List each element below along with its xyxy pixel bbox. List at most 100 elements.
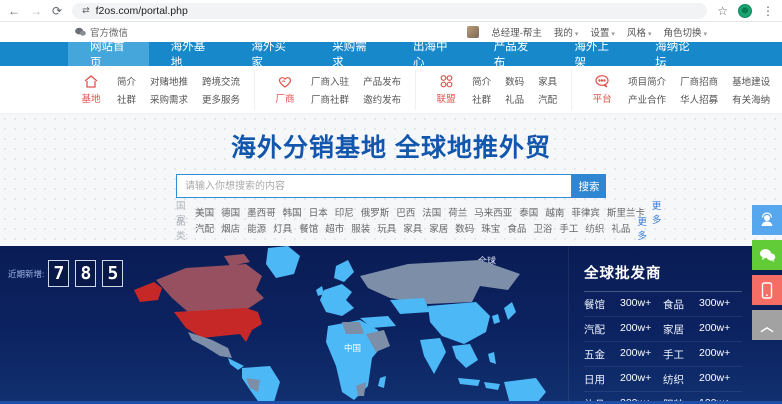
ws-value: 200w+ — [620, 322, 651, 337]
nav-item-go-abroad-center[interactable]: 出海中心 — [391, 42, 472, 66]
mega-link[interactable]: 社群 — [117, 92, 136, 106]
category-tag[interactable]: 玩具 — [377, 221, 396, 235]
category-tag[interactable]: 礼品 — [611, 221, 630, 235]
country-tag[interactable]: 马来西亚 — [474, 205, 512, 219]
address-bar[interactable]: ⇄ f2os.com/portal.php — [72, 3, 707, 19]
ws-label: 食品 — [663, 297, 699, 312]
mega-link[interactable]: 数码 — [505, 74, 524, 88]
hearts-icon — [277, 74, 293, 89]
official-wechat-link[interactable]: 官方微信 — [75, 25, 128, 39]
mega-link[interactable]: 汽配 — [538, 92, 557, 106]
nav-item-overseas-listing[interactable]: 海外上架 — [553, 42, 634, 66]
site-info-icon[interactable]: ⇄ — [82, 5, 90, 16]
menu-settings[interactable]: 设置▾ — [590, 25, 615, 39]
country-tag[interactable]: 德国 — [221, 205, 240, 219]
country-tag[interactable]: 墨西哥 — [247, 205, 276, 219]
country-tag[interactable]: 韩国 — [283, 205, 302, 219]
bookmark-star-icon[interactable]: ☆ — [717, 5, 728, 17]
country-tag[interactable]: 越南 — [545, 205, 564, 219]
category-tag[interactable]: 超市 — [325, 221, 344, 235]
menu-mine[interactable]: 我的▾ — [554, 25, 579, 39]
mega-link[interactable]: 简介 — [472, 74, 491, 88]
country-more-link[interactable]: 更多 — [652, 198, 662, 226]
country-tag[interactable]: 俄罗斯 — [361, 205, 390, 219]
wechat-button[interactable] — [752, 240, 782, 270]
country-tag[interactable]: 荷兰 — [448, 205, 467, 219]
mega-link[interactable]: 有关海纳 — [732, 92, 770, 106]
user-avatar[interactable] — [467, 26, 479, 38]
mega-link[interactable]: 更多服务 — [202, 92, 240, 106]
mega-link[interactable]: 产业合作 — [628, 92, 666, 106]
category-tag[interactable]: 卫浴 — [533, 221, 552, 235]
category-tag[interactable]: 家居 — [429, 221, 448, 235]
map-section: 近期新增: 7 8 5 全球 — [0, 246, 782, 404]
back-to-top-button[interactable]: ︿ — [752, 310, 782, 340]
category-tag[interactable]: 汽配 — [195, 221, 214, 235]
country-tag[interactable]: 法国 — [422, 205, 441, 219]
world-map[interactable] — [128, 246, 568, 404]
browser-profile-avatar[interactable] — [738, 4, 752, 18]
category-tag[interactable]: 灯具 — [273, 221, 292, 235]
ws-label: 手工 — [663, 347, 699, 362]
mega-group-label[interactable]: 平台 — [593, 91, 612, 105]
nav-item-home[interactable]: 网站首页 — [68, 42, 149, 66]
country-japan — [504, 302, 516, 320]
chevron-down-icon: ▾ — [703, 31, 707, 38]
category-tag[interactable]: 手工 — [559, 221, 578, 235]
panel-divider — [568, 246, 569, 404]
nav-item-purchase-demand[interactable]: 采购需求 — [310, 42, 391, 66]
browser-menu-icon[interactable]: ⋮ — [762, 5, 774, 17]
category-tag[interactable]: 烟店 — [221, 221, 240, 235]
mega-link[interactable]: 礼品 — [505, 92, 524, 106]
category-tag[interactable]: 纺织 — [585, 221, 604, 235]
counter-digit: 8 — [75, 260, 96, 287]
menu-style[interactable]: 风格▾ — [627, 25, 652, 39]
mega-link[interactable]: 家具 — [538, 74, 557, 88]
nav-item-overseas-base[interactable]: 海外基地 — [149, 42, 230, 66]
country-tag[interactable]: 印尼 — [335, 205, 354, 219]
back-icon[interactable]: ← — [8, 5, 20, 17]
country-tag[interactable]: 日本 — [309, 205, 328, 219]
country-tag[interactable]: 菲律宾 — [571, 205, 600, 219]
mobile-app-button[interactable] — [752, 275, 782, 305]
mega-link[interactable]: 项目简介 — [628, 74, 666, 88]
reload-icon[interactable]: ⟳ — [52, 5, 62, 17]
category-tag[interactable]: 能源 — [247, 221, 266, 235]
mega-link[interactable]: 华人招募 — [680, 92, 718, 106]
mega-link[interactable]: 邀约发布 — [363, 92, 401, 106]
country-tag[interactable]: 美国 — [195, 205, 214, 219]
mega-link[interactable]: 基地建设 — [732, 74, 770, 88]
mega-link[interactable]: 社群 — [472, 92, 491, 106]
nav-item-product-publish[interactable]: 产品发布 — [472, 42, 553, 66]
country-tag[interactable]: 泰国 — [519, 205, 538, 219]
category-tag[interactable]: 家具 — [403, 221, 422, 235]
category-tag[interactable]: 服装 — [351, 221, 370, 235]
mega-link[interactable]: 产品发布 — [363, 74, 401, 88]
mega-link[interactable]: 跨境交流 — [202, 74, 240, 88]
category-tag[interactable]: 餐馆 — [299, 221, 318, 235]
search-input[interactable] — [176, 174, 572, 198]
country-tag[interactable]: 巴西 — [396, 205, 415, 219]
mega-link[interactable]: 厂商入驻 — [311, 74, 349, 88]
country-korea — [492, 314, 500, 324]
forward-icon[interactable]: → — [30, 5, 42, 17]
category-tag[interactable]: 数码 — [455, 221, 474, 235]
category-more-link[interactable]: 更多 — [637, 214, 647, 242]
mega-group-label[interactable]: 联盟 — [437, 91, 456, 105]
category-tag[interactable]: 食品 — [507, 221, 526, 235]
user-name[interactable]: 总经理-帮主 — [491, 25, 542, 39]
search-button[interactable]: 搜索 — [572, 174, 606, 198]
mega-link[interactable]: 采购需求 — [150, 92, 188, 106]
mega-link[interactable]: 对赌地推 — [150, 74, 188, 88]
mega-group-label[interactable]: 厂商 — [276, 91, 295, 105]
nav-item-overseas-buyers[interactable]: 海外买家 — [230, 42, 311, 66]
category-tag[interactable]: 珠宝 — [481, 221, 500, 235]
mega-group-label[interactable]: 基地 — [81, 91, 100, 105]
mega-link[interactable]: 厂商招商 — [680, 74, 718, 88]
mega-link[interactable]: 简介 — [117, 74, 136, 88]
menu-role-switch[interactable]: 角色切换▾ — [663, 25, 707, 39]
mega-link[interactable]: 厂商社群 — [311, 92, 349, 106]
customer-service-button[interactable] — [752, 205, 782, 235]
nav-item-haina-forum[interactable]: 海纳论坛 — [633, 42, 714, 66]
wechat-icon — [759, 248, 776, 263]
